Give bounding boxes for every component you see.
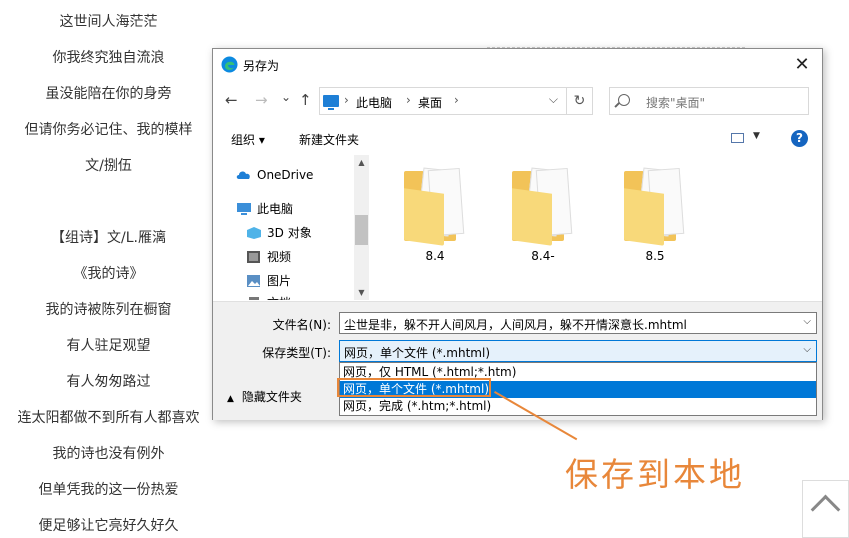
up-arrow-icon[interactable]: ↑ — [299, 91, 312, 109]
filename-label: 文件名(N): — [272, 318, 331, 332]
chevron-down-icon[interactable]: ▼ — [354, 285, 369, 300]
folder-label: 8.4- — [531, 249, 555, 263]
nav-item-this-pc[interactable]: 此电脑 — [236, 200, 293, 217]
file-list: 8.4 8.4- 8.5 — [373, 155, 818, 300]
poem-line: 我的诗被陈列在橱窗 — [45, 302, 172, 318]
filetype-option[interactable]: 网页，完成 (*.htm;*.html) — [340, 398, 816, 415]
folder-label: 8.5 — [645, 249, 665, 263]
nav-item-label: 3D 对象 — [267, 226, 312, 240]
poem-line: 但请你务必记住、我的模样 — [24, 122, 193, 138]
nav-item-label: 文档 — [267, 296, 291, 300]
dialog-title: 另存为 — [243, 59, 280, 73]
poem-line: 【组诗】文/L.雁漓 — [51, 230, 166, 246]
folder-item[interactable]: 8.5 — [615, 167, 695, 263]
breadcrumb-this-pc[interactable]: 此电脑 — [356, 94, 392, 111]
search-icon — [618, 94, 630, 106]
chevron-right-icon: › — [454, 93, 459, 107]
new-folder-button[interactable]: 新建文件夹 — [299, 131, 359, 148]
back-arrow-icon[interactable]: ← — [225, 91, 238, 109]
nav-item-videos[interactable]: 视频 — [246, 248, 291, 265]
chevron-down-icon[interactable]: ⌵ — [803, 316, 811, 327]
document-icon — [249, 297, 259, 300]
computer-icon — [237, 203, 251, 215]
poem-line: 你我终究独自流浪 — [52, 50, 165, 66]
address-bar[interactable]: › 此电脑 › 桌面 › ⌵ — [319, 87, 567, 115]
nav-item-label: 图片 — [267, 274, 292, 288]
folder-item[interactable]: 8.4- — [503, 167, 583, 263]
organize-button[interactable]: 组织 ▾ — [231, 131, 265, 148]
filetype-select[interactable]: 网页，单个文件 (*.mhtml) ⌵ — [339, 340, 817, 362]
chevron-up-icon[interactable]: ▲ — [354, 155, 369, 170]
cube-icon — [247, 227, 261, 239]
toolbar: 组织 ▾ 新建文件夹 ▼ ? — [213, 125, 822, 153]
chevron-right-icon: › — [344, 93, 349, 107]
annotation-text: 保存到本地 — [565, 455, 745, 494]
refresh-icon[interactable]: ↻ — [567, 87, 593, 115]
chevron-up-icon: ▲ — [227, 394, 234, 404]
nav-item-label: OneDrive — [257, 168, 314, 182]
nav-scrollbar[interactable]: ▲ ▼ — [354, 155, 369, 300]
nav-item-documents[interactable]: 文档 — [246, 294, 291, 300]
poem-line: 虽没能陪在你的身旁 — [45, 86, 172, 102]
nav-item-3d-objects[interactable]: 3D 对象 — [246, 224, 312, 241]
poem-line: 《我的诗》 — [73, 266, 144, 282]
nav-item-pictures[interactable]: 图片 — [246, 272, 291, 289]
filename-value: 尘世是非，躲不开人间风月，人间风月，躲不开情深意长.mhtml — [344, 318, 687, 332]
background-panel — [487, 0, 745, 49]
chevron-up-icon — [810, 494, 841, 525]
search-placeholder: 搜索"桌面" — [646, 96, 706, 110]
navigation-bar: ← → ⌄ ↑ › 此电脑 › 桌面 › ⌵ ↻ 搜索"桌面" — [213, 85, 822, 117]
chevron-down-icon[interactable]: ⌵ — [549, 92, 558, 107]
breadcrumb-desktop[interactable]: 桌面 — [418, 94, 442, 111]
folder-icon — [512, 167, 574, 246]
hide-folders-button[interactable]: ▲ 隐藏文件夹 — [227, 388, 302, 405]
save-options-panel: 文件名(N): 尘世是非，躲不开人间风月，人间风月，躲不开情深意长.mhtml … — [213, 301, 822, 420]
poem-line: 便足够让它亮好久好久 — [38, 518, 179, 534]
picture-icon — [247, 275, 260, 287]
filetype-label: 保存类型(T): — [262, 346, 331, 360]
navigation-pane: OneDrive 此电脑 3D 对象 视频 图片 文档 ▲ ▼ — [213, 155, 369, 300]
poem-line: 文/捌伍 — [85, 158, 132, 174]
poem-line: 有人驻足观望 — [66, 338, 151, 354]
folder-label: 8.4 — [425, 249, 445, 263]
nav-item-label: 此电脑 — [257, 202, 294, 216]
folder-icon — [404, 167, 466, 246]
title-bar: 另存为 ✕ — [213, 49, 822, 80]
chevron-down-icon[interactable]: ▼ — [753, 131, 760, 141]
poem-line: 我的诗也没有例外 — [52, 446, 165, 462]
back-to-top-button[interactable] — [802, 480, 849, 538]
nav-item-label: 视频 — [267, 250, 292, 264]
recent-locations-icon[interactable]: ⌄ — [281, 90, 291, 104]
poem-line: 连太阳都做不到所有人都喜欢 — [17, 410, 200, 426]
filetype-value: 网页，单个文件 (*.mhtml) — [344, 346, 491, 360]
poem-line: 这世间人海茫茫 — [59, 14, 158, 30]
video-icon — [247, 251, 260, 263]
chevron-right-icon: › — [406, 93, 411, 107]
view-options-icon[interactable] — [731, 133, 744, 143]
folder-icon — [624, 167, 686, 246]
filename-input[interactable]: 尘世是非，躲不开人间风月，人间风月，躲不开情深意长.mhtml ⌵ — [339, 312, 817, 334]
highlight-box — [337, 378, 491, 397]
folder-item[interactable]: 8.4 — [395, 167, 475, 263]
search-input[interactable]: 搜索"桌面" — [609, 87, 809, 115]
chevron-down-icon[interactable]: ⌵ — [803, 344, 811, 355]
computer-icon — [323, 95, 339, 110]
edge-browser-icon — [221, 56, 238, 73]
scroll-thumb[interactable] — [355, 215, 368, 245]
hide-folders-label: 隐藏文件夹 — [241, 390, 302, 404]
poem-line: 但单凭我的这一份热爱 — [38, 482, 179, 498]
close-button[interactable]: ✕ — [782, 49, 822, 80]
cloud-icon — [236, 171, 250, 179]
forward-arrow-icon[interactable]: → — [255, 91, 268, 109]
nav-item-onedrive[interactable]: OneDrive — [236, 168, 313, 182]
help-icon[interactable]: ? — [791, 130, 808, 147]
save-as-dialog: 另存为 ✕ ← → ⌄ ↑ › 此电脑 › 桌面 › ⌵ ↻ 搜索"桌面" 组织… — [212, 48, 823, 420]
poem-line: 有人匆匆路过 — [66, 374, 151, 390]
